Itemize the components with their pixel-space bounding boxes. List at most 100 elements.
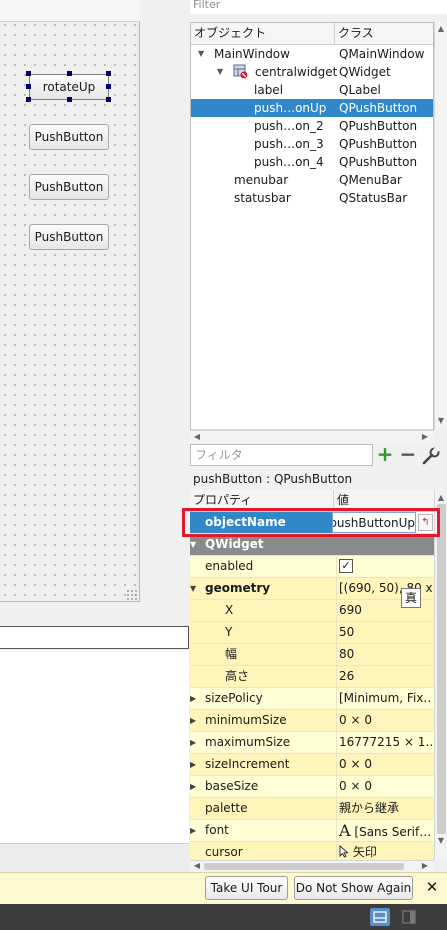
close-icon[interactable]: ✕ [424,877,440,897]
property-vertical-scrollbar[interactable]: ▲ ▼ [434,490,447,860]
expand-arrow-icon[interactable]: ▶ [190,820,196,841]
enabled-checkbox[interactable]: ✓ [336,556,432,577]
tree-row-object: push…on_3 [254,137,324,151]
property-key: sizePolicy [205,691,263,705]
scroll-down-arrow-icon[interactable]: ▼ [435,416,447,425]
property-value[interactable]: 0 × 0 [336,754,432,775]
property-key: 高さ [225,669,250,683]
property-value[interactable]: 親から継承 [336,798,432,819]
property-row-y[interactable]: Y 50 [190,622,434,644]
selection-handle[interactable] [106,84,111,89]
selection-handle[interactable] [106,97,111,102]
tree-row-object: push…onUp [254,101,327,115]
property-value[interactable]: [Minimum, Fix… [336,688,432,709]
property-value[interactable]: 0 × 0 [336,776,432,797]
selection-handle[interactable] [67,97,72,102]
do-not-show-again-button[interactable]: Do Not Show Again [294,876,413,900]
selection-handle[interactable] [26,71,31,76]
property-row-maximumsize[interactable]: ▶ maximumSize 16777215 × 1… [190,732,434,754]
property-row-sizepolicy[interactable]: ▶ sizePolicy [Minimum, Fix… [190,688,434,710]
property-row-height[interactable]: 高さ 26 [190,666,434,688]
property-editor-title: pushButton : QPushButton [193,472,353,486]
form-canvas[interactable]: rotateUp PushButton PushButton PushButto… [0,0,140,602]
take-ui-tour-button[interactable]: Take UI Tour [205,876,288,900]
scrollbar-thumb[interactable] [204,863,404,870]
property-row-palette[interactable]: palette 親から継承 [190,798,434,820]
selection-handle[interactable] [26,84,31,89]
expand-arrow-icon[interactable]: ▶ [190,710,196,731]
tree-row-centralwidget[interactable]: ▼ centralwidget QWidget [191,63,433,81]
expand-arrow-icon[interactable]: ▼ [198,45,204,63]
tree-row-mainwindow[interactable]: ▼ MainWindow QMainWindow [191,45,433,63]
property-value[interactable]: 26 [336,666,432,687]
tree-row-class: QStatusBar [339,191,408,205]
remove-dynamic-property-icon[interactable]: − [399,444,417,465]
tree-row-label[interactable]: label QLabel [191,81,433,99]
property-value[interactable]: 80 [336,644,432,665]
property-value[interactable]: 50 [336,622,432,643]
selection-handle[interactable] [67,71,72,76]
expand-arrow-icon[interactable]: ▶ [190,776,196,797]
scroll-right-arrow-icon[interactable]: ▶ [419,861,431,870]
property-row-font[interactable]: ▶ font A [Sans Serif… [190,820,434,842]
left-panel-input[interactable] [0,626,189,649]
property-value[interactable]: 0 × 0 [336,710,432,731]
resize-grip[interactable] [126,589,138,601]
property-horizontal-scrollbar[interactable]: ◀ ▶ [190,860,434,872]
tree-row-class: QMainWindow [339,47,425,61]
push-button-3[interactable]: PushButton [29,174,109,200]
wrench-icon[interactable] [421,445,441,466]
property-row-width[interactable]: 幅 80 [190,644,434,666]
scroll-up-arrow-icon[interactable]: ▲ [435,24,447,33]
collapse-arrow-icon[interactable]: ▼ [190,534,196,555]
scroll-up-arrow-icon[interactable]: ▲ [435,493,447,502]
expand-arrow-icon[interactable]: ▶ [190,732,196,753]
tree-row-pushbutton-2[interactable]: push…on_2 QPushButton [191,117,433,135]
property-row-geometry[interactable]: ▼ geometry [(690, 50), 80 x 26] [190,578,434,600]
panel-toggle-icon[interactable] [370,908,390,926]
property-row-sizeincrement[interactable]: ▶ sizeIncrement 0 × 0 [190,754,434,776]
column-header-class[interactable]: クラス [335,23,433,45]
property-key: geometry [205,581,271,595]
column-header-object-label: オブジェクト [194,26,267,40]
scroll-left-arrow-icon[interactable]: ◀ [191,861,203,870]
tree-row-class: QPushButton [339,101,418,115]
property-key: enabled [205,559,254,573]
expand-arrow-icon[interactable]: ▼ [217,63,223,81]
property-key: 幅 [225,647,238,661]
property-key: minimumSize [205,713,287,727]
push-button-4[interactable]: PushButton [29,224,109,250]
property-row-minimumsize[interactable]: ▶ minimumSize 0 × 0 [190,710,434,732]
property-row-x[interactable]: X 690 [190,600,434,622]
tree-row-menubar[interactable]: menubar QMenuBar [191,171,433,189]
property-row-basesize[interactable]: ▶ baseSize 0 × 0 [190,776,434,798]
push-button-2[interactable]: PushButton [29,124,109,150]
property-table: objectName pushButtonUp ↰ ▼ QWidget enab… [190,512,434,872]
column-header-object[interactable]: オブジェクト [191,23,335,45]
selection-handle[interactable] [26,97,31,102]
add-dynamic-property-icon[interactable]: + [376,444,394,465]
selection-handle[interactable] [106,71,111,76]
vertical-scrollbar[interactable]: ▲ ▼ [434,22,447,430]
property-row-enabled[interactable]: enabled ✓ [190,556,434,578]
tree-row-pushbuttonup[interactable]: push…onUp QPushButton [191,99,433,117]
property-group-qwidget[interactable]: ▼ QWidget [190,534,434,556]
property-value[interactable]: A [Sans Serif… [336,820,432,841]
sidebar-toggle-icon[interactable] [402,910,416,924]
scroll-right-arrow-icon[interactable]: ▶ [419,432,431,441]
horizontal-scrollbar[interactable]: ◀ ▶ [190,430,434,443]
object-filter-input[interactable]: Filter [190,0,447,14]
tree-row-pushbutton-3[interactable]: push…on_3 QPushButton [191,135,433,153]
property-value[interactable]: 16777215 × 1… [336,732,432,753]
tree-row-pushbutton-4[interactable]: push…on_4 QPushButton [191,153,433,171]
expand-arrow-icon[interactable]: ▶ [190,688,196,709]
tree-row-object: centralwidget [255,65,338,79]
scrollbar-thumb[interactable] [437,504,446,834]
scroll-down-arrow-icon[interactable]: ▼ [435,836,447,845]
collapse-arrow-icon[interactable]: ▼ [190,578,196,599]
tree-row-object: label [254,83,284,97]
tree-row-statusbar[interactable]: statusbar QStatusBar [191,189,433,207]
property-filter-input[interactable]: フィルタ [190,444,373,466]
expand-arrow-icon[interactable]: ▶ [190,754,196,775]
scroll-left-arrow-icon[interactable]: ◀ [191,432,203,441]
